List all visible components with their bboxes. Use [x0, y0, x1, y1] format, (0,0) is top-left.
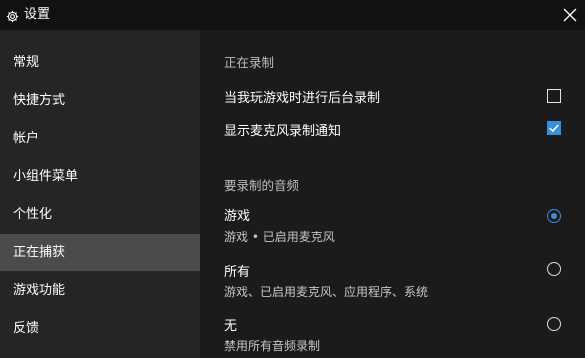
audio-option-all-title: 所有	[224, 265, 251, 280]
sidebar-item-shortcuts[interactable]: 快捷方式	[0, 82, 200, 119]
gear-icon	[6, 8, 19, 23]
audio-option-none-title: 无	[224, 319, 238, 334]
audio-option-game-title: 游戏	[224, 209, 251, 224]
audio-option-game-description: 游戏 • 已启用麦克风	[224, 230, 335, 244]
sidebar-item-capturing[interactable]: 正在捕获	[0, 234, 200, 271]
mic-notification-label: 显示麦克风录制通知	[224, 124, 342, 139]
checkmark-icon	[549, 124, 559, 133]
recording-heading: 正在录制	[224, 55, 275, 70]
sidebar-item-feedback[interactable]: 反馈	[0, 310, 200, 347]
audio-heading: 要录制的音频	[224, 178, 300, 193]
audio-option-all-radio[interactable]	[547, 262, 561, 276]
sidebar: 常规 快捷方式 帐户 小组件菜单 个性化 正在捕获 游戏功能 反馈	[0, 30, 200, 358]
audio-option-game-radio[interactable]	[547, 209, 561, 223]
sidebar-item-gaming-features[interactable]: 游戏功能	[0, 272, 200, 309]
background-recording-label: 当我玩游戏时进行后台录制	[224, 91, 381, 106]
audio-option-all-description: 游戏、已启用麦克风、应用程序、系统	[224, 285, 429, 299]
settings-content: 正在录制 当我玩游戏时进行后台录制 显示麦克风录制通知 要录制的音频 游戏 游戏…	[200, 30, 585, 358]
background-recording-checkbox[interactable]	[547, 89, 561, 103]
audio-option-none-radio[interactable]	[547, 317, 561, 331]
mic-notification-checkbox[interactable]	[547, 121, 561, 135]
sidebar-item-general[interactable]: 常规	[0, 44, 200, 81]
audio-option-none-description: 禁用所有音频录制	[224, 339, 321, 353]
sidebar-item-personalization[interactable]: 个性化	[0, 196, 200, 233]
sidebar-item-account[interactable]: 帐户	[0, 120, 200, 157]
sidebar-item-widget-menu[interactable]: 小组件菜单	[0, 158, 200, 195]
settings-window: 设置 常规 快捷方式 帐户 小组件菜单 个性化 正在捕获 游戏功能 反馈 正在录…	[0, 0, 585, 358]
window-title: 设置	[24, 7, 51, 22]
close-button[interactable]	[554, 0, 585, 30]
title-bar: 设置	[0, 0, 585, 30]
close-icon	[563, 8, 576, 22]
